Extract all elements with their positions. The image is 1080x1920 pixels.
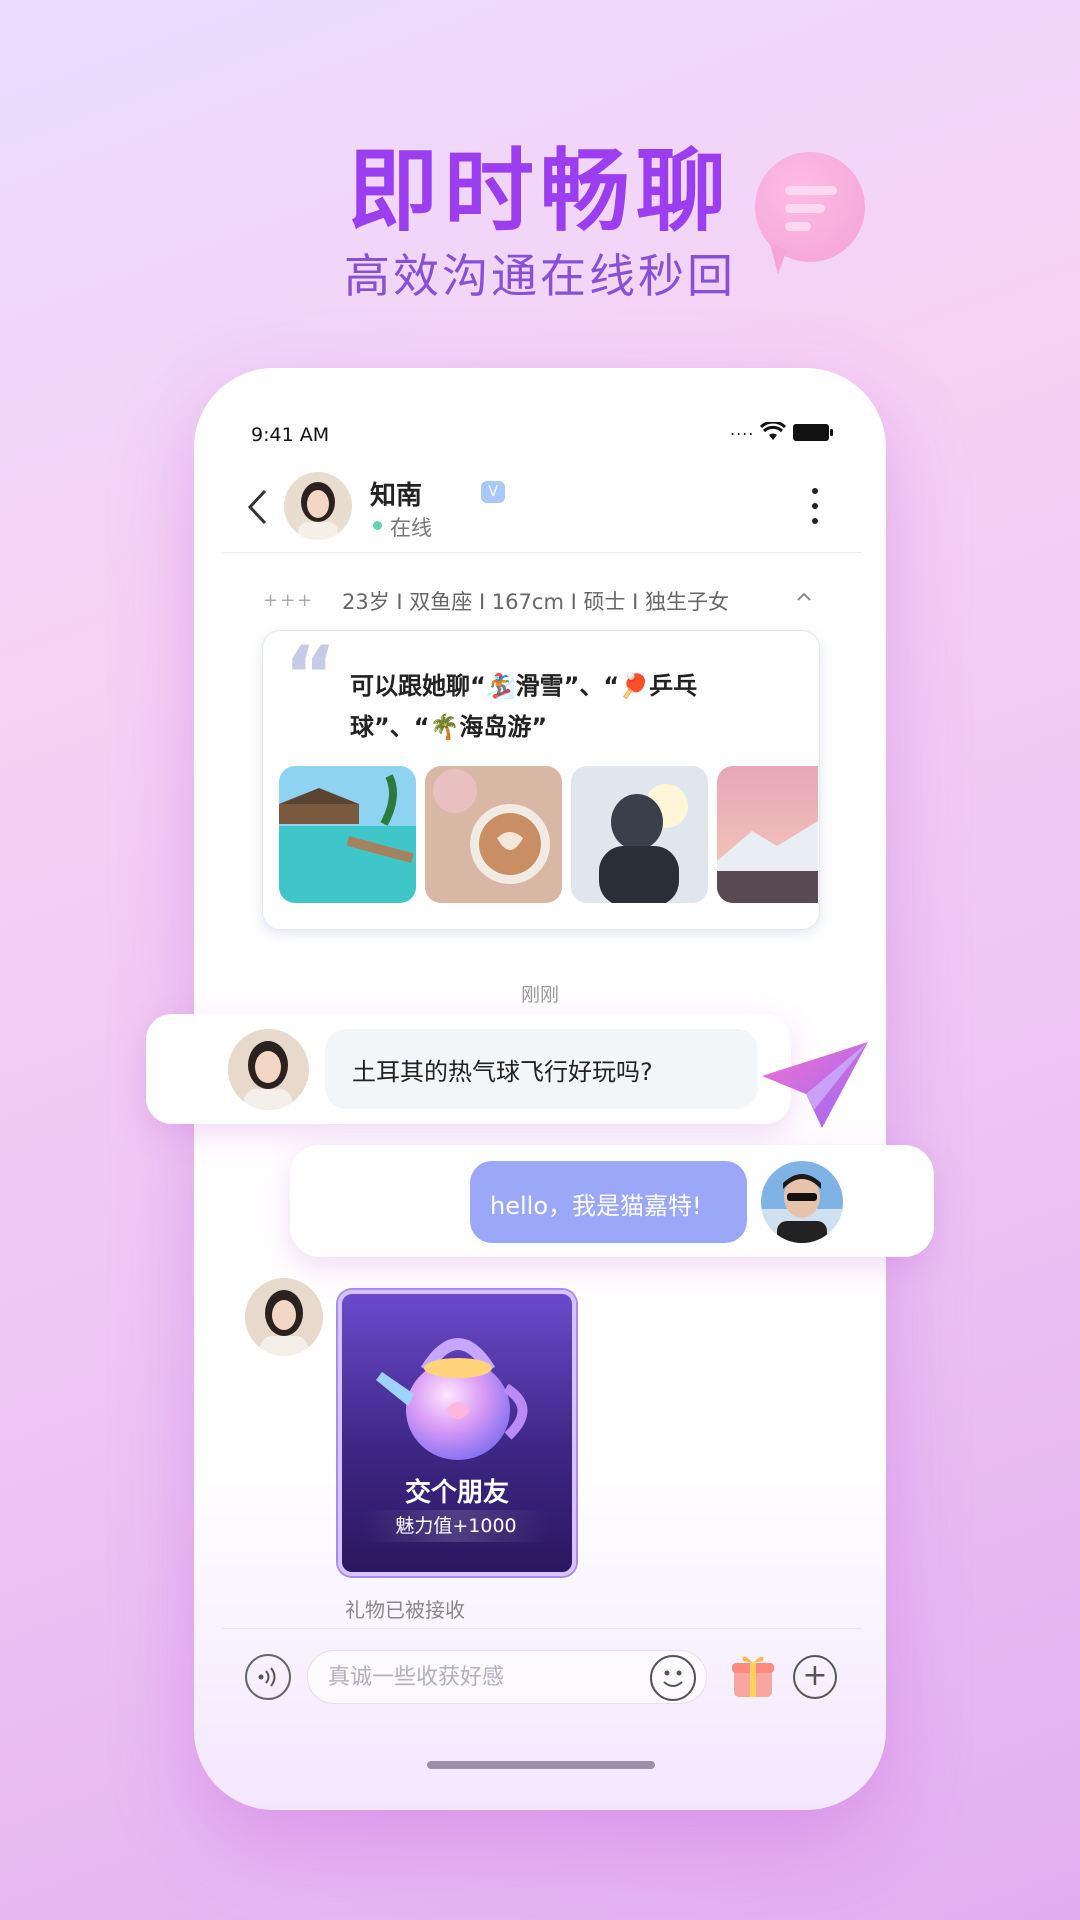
gift-sender-avatar[interactable] — [245, 1278, 323, 1356]
profile-photo-mountain[interactable] — [717, 766, 818, 903]
emoji-icon[interactable] — [650, 1655, 696, 1701]
input-divider — [222, 1628, 862, 1629]
contact-avatar[interactable] — [284, 472, 352, 540]
online-status: 在线 — [390, 516, 432, 540]
chat-bubble-icon — [755, 152, 865, 262]
gift-title: 交个朋友 — [404, 1478, 509, 1508]
gift-received-status: 礼物已被接收 — [345, 1598, 465, 1622]
collapse-caret-icon[interactable] — [796, 586, 812, 607]
add-more-icon[interactable]: + — [793, 1655, 837, 1699]
my-avatar[interactable] — [761, 1161, 843, 1243]
quote-icon: “ — [284, 629, 337, 722]
header-divider — [222, 552, 862, 553]
wifi-icon — [760, 422, 786, 440]
watering-can-icon — [376, 1338, 528, 1460]
cellular-signal: .... — [730, 420, 755, 439]
online-dot — [373, 521, 382, 530]
more-options-icon[interactable] — [812, 488, 820, 533]
message-input[interactable] — [307, 1650, 707, 1704]
incoming-avatar[interactable] — [228, 1029, 309, 1110]
verified-badge-icon: V — [481, 481, 505, 503]
home-indicator — [427, 1761, 655, 1769]
time-separator: 刚刚 — [520, 984, 559, 1006]
profile-extra-icon: +++ — [263, 590, 315, 611]
outgoing-text: hello，我是猫嘉特! — [490, 1192, 702, 1220]
hero-subtitle: 高效沟通在线秒回 — [344, 249, 736, 303]
status-time: 9:41 AM — [251, 424, 330, 446]
contact-name: 知南 — [370, 481, 423, 511]
profile-photo-latte[interactable] — [425, 766, 562, 903]
battery-icon — [793, 424, 833, 441]
hero-title: 即时畅聊 — [348, 139, 732, 244]
gift-charm-value: 魅力值+1000 — [363, 1510, 549, 1542]
profile-info: 23岁 I 双鱼座 I 167cm I 硕士 I 独生子女 — [342, 590, 729, 614]
profile-photo-island[interactable] — [279, 766, 416, 903]
incoming-text: 土耳其的热气球飞行好玩吗? — [352, 1058, 653, 1086]
paper-plane-icon — [762, 1042, 868, 1128]
topics-text: 可以跟她聊“🏂滑雪”、“🏓乒乓球”、“🌴海岛游” — [350, 672, 698, 741]
voice-input-icon[interactable] — [245, 1654, 291, 1700]
profile-photo-ski[interactable] — [571, 766, 708, 903]
gift-icon[interactable] — [731, 1651, 775, 1699]
back-arrow-icon[interactable] — [245, 488, 269, 536]
